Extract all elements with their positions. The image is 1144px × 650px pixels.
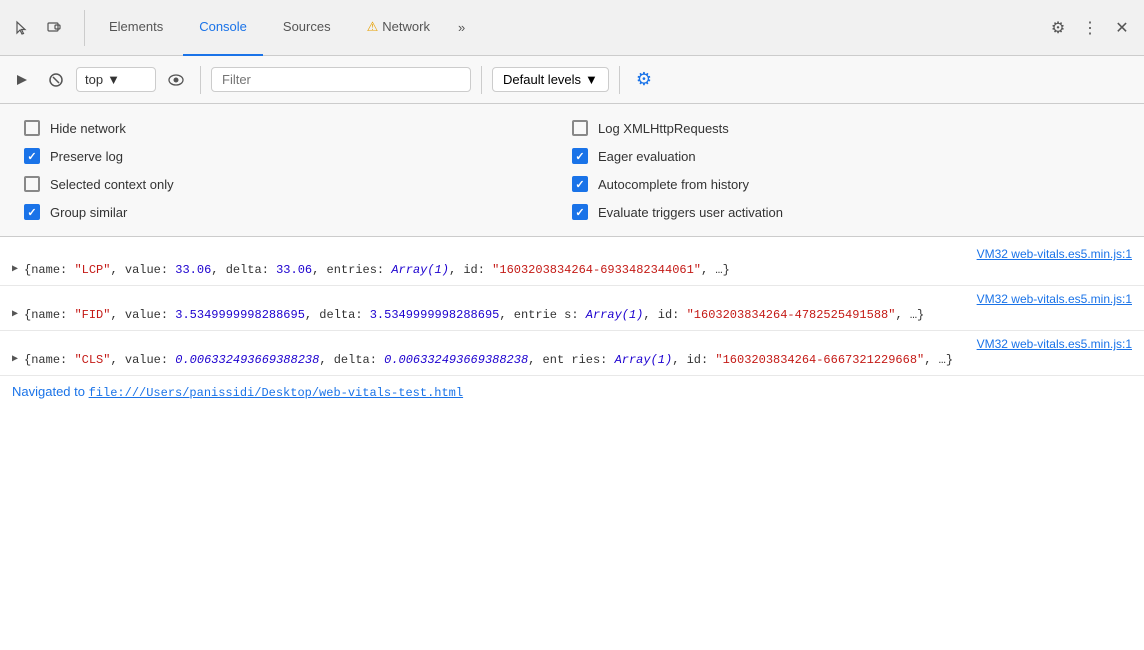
checkbox-group-similar[interactable]: Group similar: [24, 198, 572, 226]
tab-divider: [84, 10, 85, 46]
tab-network[interactable]: ⚠ Network: [351, 0, 446, 56]
settings-right: Log XMLHttpRequests Eager evaluation Aut…: [572, 114, 1120, 226]
checkbox-eager-eval[interactable]: Eager evaluation: [572, 142, 1120, 170]
navigated-label: Navigated to: [12, 384, 89, 399]
default-levels-button[interactable]: Default levels ▼: [492, 67, 609, 92]
more-options-icon[interactable]: ⋮: [1076, 14, 1104, 42]
settings-gear-icon[interactable]: ⚙: [630, 66, 658, 94]
navigated-url[interactable]: file:///Users/panissidi/Desktop/web-vita…: [89, 386, 463, 400]
checkbox-log-xhr[interactable]: Log XMLHttpRequests: [572, 114, 1120, 142]
cb-preserve-log[interactable]: [24, 148, 40, 164]
tab-sources[interactable]: Sources: [267, 0, 347, 56]
cb-autocomplete[interactable]: [572, 176, 588, 192]
checkbox-preserve-log[interactable]: Preserve log: [24, 142, 572, 170]
checkbox-evaluate-triggers[interactable]: Evaluate triggers user activation: [572, 198, 1120, 226]
expand-arrow-lcp[interactable]: ▶: [12, 262, 18, 277]
tab-more[interactable]: »: [450, 0, 473, 56]
log-text-cls: {name: "CLS", value: 0.00633249366938823…: [24, 351, 1144, 369]
cb-evaluate-triggers[interactable]: [572, 204, 588, 220]
cb-log-xhr[interactable]: [572, 120, 588, 136]
navigated-line: Navigated to file:///Users/panissidi/Des…: [0, 376, 1144, 408]
toolbar-divider3: [619, 66, 620, 94]
tab-right-icons: ⚙ ⋮ ✕: [1044, 14, 1136, 42]
log-entry-fid: VM32 web-vitals.es5.min.js:1 ▶ {name: "F…: [0, 286, 1144, 331]
toolbar: top ▼ Default levels ▼ ⚙: [0, 56, 1144, 104]
filter-input[interactable]: [211, 67, 471, 92]
tab-elements[interactable]: Elements: [93, 0, 179, 56]
settings-left: Hide network Preserve log Selected conte…: [24, 114, 572, 226]
device-icon[interactable]: [40, 14, 68, 42]
cb-eager-eval[interactable]: [572, 148, 588, 164]
log-text-lcp: {name: "LCP", value: 33.06, delta: 33.06…: [24, 261, 1144, 279]
tab-console[interactable]: Console: [183, 0, 263, 56]
log-content-lcp: ▶ {name: "LCP", value: 33.06, delta: 33.…: [8, 261, 1144, 279]
toolbar-divider: [200, 66, 201, 94]
checkbox-autocomplete[interactable]: Autocomplete from history: [572, 170, 1120, 198]
log-text-fid: {name: "FID", value: 3.5349999998288695,…: [24, 306, 1144, 324]
stop-icon[interactable]: [42, 66, 70, 94]
settings-icon[interactable]: ⚙: [1044, 14, 1072, 42]
cb-group-similar[interactable]: [24, 204, 40, 220]
main-container: top ▼ Default levels ▼ ⚙ Hide network: [0, 56, 1144, 650]
cb-hide-network[interactable]: [24, 120, 40, 136]
log-entry-lcp: VM32 web-vitals.es5.min.js:1 ▶ {name: "L…: [0, 241, 1144, 286]
tab-bar: Elements Console Sources ⚠ Network » ⚙ ⋮…: [0, 0, 1144, 56]
expand-arrow-cls[interactable]: ▶: [12, 352, 18, 367]
log-source-cls[interactable]: VM32 web-vitals.es5.min.js:1: [977, 337, 1144, 351]
expand-arrow-fid[interactable]: ▶: [12, 307, 18, 322]
log-content-fid: ▶ {name: "FID", value: 3.534999999828869…: [8, 306, 1144, 324]
checkbox-hide-network[interactable]: Hide network: [24, 114, 572, 142]
cb-selected-context[interactable]: [24, 176, 40, 192]
checkbox-selected-context[interactable]: Selected context only: [24, 170, 572, 198]
log-source-lcp[interactable]: VM32 web-vitals.es5.min.js:1: [977, 247, 1144, 261]
cursor-icon[interactable]: [8, 14, 36, 42]
context-selector[interactable]: top ▼: [76, 67, 156, 92]
log-entry-cls: VM32 web-vitals.es5.min.js:1 ▶ {name: "C…: [0, 331, 1144, 376]
console-output[interactable]: VM32 web-vitals.es5.min.js:1 ▶ {name: "L…: [0, 237, 1144, 650]
log-source-fid[interactable]: VM32 web-vitals.es5.min.js:1: [977, 292, 1144, 306]
play-icon[interactable]: [8, 66, 36, 94]
warning-icon: ⚠: [367, 19, 379, 35]
log-content-cls: ▶ {name: "CLS", value: 0.006332493669388…: [8, 351, 1144, 369]
tab-bar-icons: [8, 14, 68, 42]
toolbar-divider2: [481, 66, 482, 94]
close-icon[interactable]: ✕: [1108, 14, 1136, 42]
settings-panel: Hide network Preserve log Selected conte…: [0, 104, 1144, 237]
eye-icon[interactable]: [162, 66, 190, 94]
